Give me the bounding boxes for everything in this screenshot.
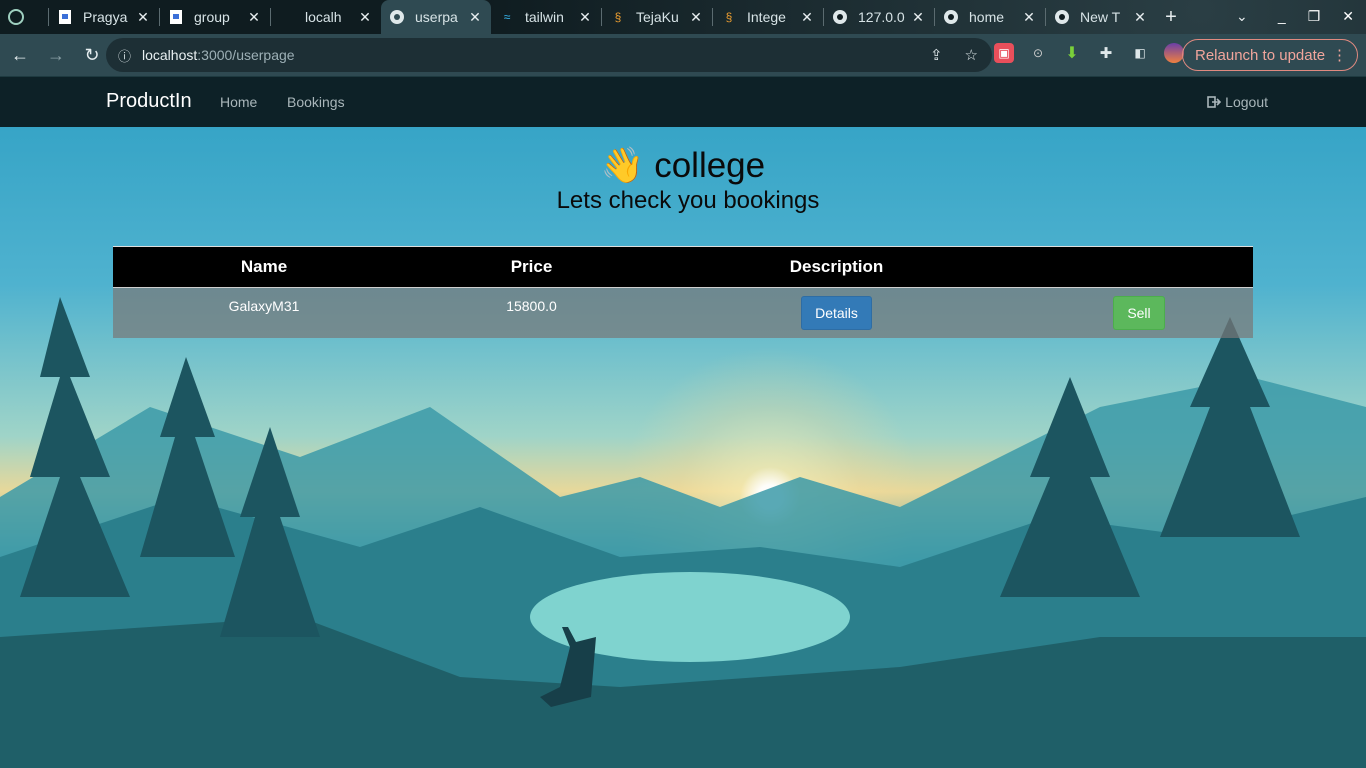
cell-price: 15800.0 bbox=[506, 298, 557, 314]
close-icon[interactable]: ✕ bbox=[357, 9, 373, 26]
hackerrank-icon: § bbox=[725, 10, 733, 24]
blank-icon bbox=[279, 9, 295, 25]
tab-5[interactable]: ≈ tailwin ✕ bbox=[491, 0, 601, 34]
browser-tab-strip: Pragya ✕ group ✕ localh ✕ userpa ✕ ≈ tai… bbox=[0, 0, 1366, 34]
close-icon[interactable]: ✕ bbox=[467, 9, 483, 26]
puzzle-icon[interactable]: ✚ bbox=[1096, 43, 1116, 63]
nav-link-bookings[interactable]: Bookings bbox=[287, 94, 345, 110]
chatgpt-icon bbox=[8, 9, 24, 25]
page-greeting: 👋 college bbox=[0, 145, 1366, 186]
tab-title: Pragya bbox=[83, 9, 128, 25]
close-icon[interactable]: ✕ bbox=[577, 9, 593, 26]
column-header-description: Description bbox=[789, 257, 884, 276]
page-viewport: ProductIn Home Bookings Logout 👋 college… bbox=[0, 77, 1366, 768]
window-controls: _ ❐ ✕ bbox=[1278, 8, 1354, 25]
globe-icon bbox=[943, 9, 959, 25]
site-info-icon[interactable]: ⓘ bbox=[118, 46, 142, 65]
tab-3[interactable]: localh ✕ bbox=[271, 0, 381, 34]
logout-link[interactable]: Logout bbox=[1207, 94, 1268, 110]
tab-title: localh bbox=[305, 9, 342, 25]
tab-title: home bbox=[969, 9, 1005, 25]
profile-avatar[interactable] bbox=[1164, 43, 1184, 63]
tab-title: group bbox=[194, 9, 230, 25]
minimize-icon[interactable]: _ bbox=[1278, 8, 1286, 25]
tab-4-active[interactable]: userpa ✕ bbox=[381, 0, 491, 34]
relaunch-button[interactable]: Relaunch to update ⋮ bbox=[1182, 39, 1358, 71]
forward-icon[interactable]: → bbox=[40, 45, 72, 66]
chrome-icon bbox=[1054, 9, 1070, 25]
relaunch-label: Relaunch to update bbox=[1195, 46, 1326, 64]
close-icon[interactable]: ✕ bbox=[910, 9, 926, 26]
back-icon[interactable]: ← bbox=[4, 45, 36, 66]
column-header-actions bbox=[1025, 247, 1253, 287]
restore-icon[interactable]: ❐ bbox=[1308, 8, 1321, 25]
address-bar[interactable]: ⓘ localhost:3000/userpage ⇪ ☆ bbox=[106, 38, 992, 72]
tab-title: Intege bbox=[747, 9, 786, 25]
sell-button[interactable]: Sell bbox=[1113, 296, 1165, 330]
tab-title: tailwin bbox=[525, 9, 564, 25]
globe-icon bbox=[832, 9, 848, 25]
close-icon[interactable]: ✕ bbox=[135, 9, 151, 26]
download-extension-icon[interactable]: ⬇ bbox=[1062, 43, 1082, 63]
tailwind-icon: ≈ bbox=[503, 10, 511, 24]
doc-icon bbox=[57, 9, 73, 25]
hackerrank-icon: § bbox=[614, 10, 622, 24]
logout-icon bbox=[1207, 96, 1222, 108]
username: college bbox=[654, 146, 766, 185]
tab-7[interactable]: § Intege ✕ bbox=[713, 0, 823, 34]
close-icon[interactable]: ✕ bbox=[799, 9, 815, 26]
close-icon[interactable]: ✕ bbox=[246, 9, 262, 26]
share-icon[interactable]: ⇪ bbox=[930, 46, 943, 64]
cell-actions: Sell bbox=[1025, 288, 1253, 338]
tab-title: 127.0.0 bbox=[858, 9, 905, 25]
table-row: GalaxyM31 15800.0 Details Sell bbox=[113, 287, 1253, 338]
column-header-name: Name bbox=[240, 257, 288, 276]
close-window-icon[interactable]: ✕ bbox=[1342, 8, 1354, 25]
cell-description: Details bbox=[648, 288, 1025, 338]
tab-10[interactable]: New T ✕ bbox=[1046, 0, 1156, 34]
tab-1[interactable]: Pragya ✕ bbox=[49, 0, 159, 34]
sidepanel-icon[interactable]: ◧ bbox=[1130, 43, 1150, 63]
tab-9[interactable]: home ✕ bbox=[935, 0, 1045, 34]
globe-icon bbox=[389, 9, 405, 25]
url-path: :3000/userpage bbox=[197, 47, 295, 63]
reload-icon[interactable]: ↻ bbox=[76, 45, 108, 66]
omnibox-actions: ⇪ ☆ bbox=[930, 46, 978, 64]
close-icon[interactable]: ✕ bbox=[1021, 9, 1037, 26]
tab-8[interactable]: 127.0.0 ✕ bbox=[824, 0, 934, 34]
tab-title: TejaKu bbox=[636, 9, 679, 25]
extension-icon[interactable]: ▣ bbox=[994, 43, 1014, 63]
tab-6[interactable]: § TejaKu ✕ bbox=[602, 0, 712, 34]
tab-0[interactable] bbox=[0, 0, 48, 34]
details-button[interactable]: Details bbox=[801, 296, 872, 330]
new-tab-button[interactable]: + bbox=[1156, 6, 1186, 29]
bookings-table: Name Price Description GalaxyM31 15800.0… bbox=[113, 246, 1253, 338]
close-icon[interactable]: ✕ bbox=[1132, 9, 1148, 26]
tab-2[interactable]: group ✕ bbox=[160, 0, 270, 34]
record-extension-icon[interactable]: ⊙ bbox=[1028, 43, 1048, 63]
url-host: localhost bbox=[142, 47, 198, 63]
column-header-price: Price bbox=[510, 257, 553, 276]
nav-link-home[interactable]: Home bbox=[220, 94, 257, 110]
wave-icon: 👋 bbox=[600, 146, 645, 185]
close-icon[interactable]: ✕ bbox=[688, 9, 704, 26]
tab-title: New T bbox=[1080, 9, 1121, 25]
extensions-area: ▣ ⊙ ⬇ ✚ ◧ bbox=[994, 43, 1184, 63]
app-navbar: ProductIn Home Bookings Logout bbox=[0, 77, 1366, 127]
tab-title: userpa bbox=[415, 9, 458, 25]
page-subtitle: Lets check you bookings bbox=[556, 187, 820, 214]
table-header: Name Price Description bbox=[113, 246, 1253, 287]
chevron-down-icon[interactable]: ⌄ bbox=[1236, 8, 1248, 25]
cell-name: GalaxyM31 bbox=[228, 298, 300, 314]
doc-icon bbox=[168, 9, 184, 25]
menu-dots-icon[interactable]: ⋮ bbox=[1332, 46, 1347, 64]
bookmark-star-icon[interactable]: ☆ bbox=[965, 46, 978, 64]
logout-label: Logout bbox=[1225, 94, 1268, 110]
brand-logo[interactable]: ProductIn bbox=[106, 90, 192, 113]
browser-toolbar: ← → ↻ ⓘ localhost:3000/userpage ⇪ ☆ ▣ ⊙ … bbox=[0, 34, 1366, 76]
